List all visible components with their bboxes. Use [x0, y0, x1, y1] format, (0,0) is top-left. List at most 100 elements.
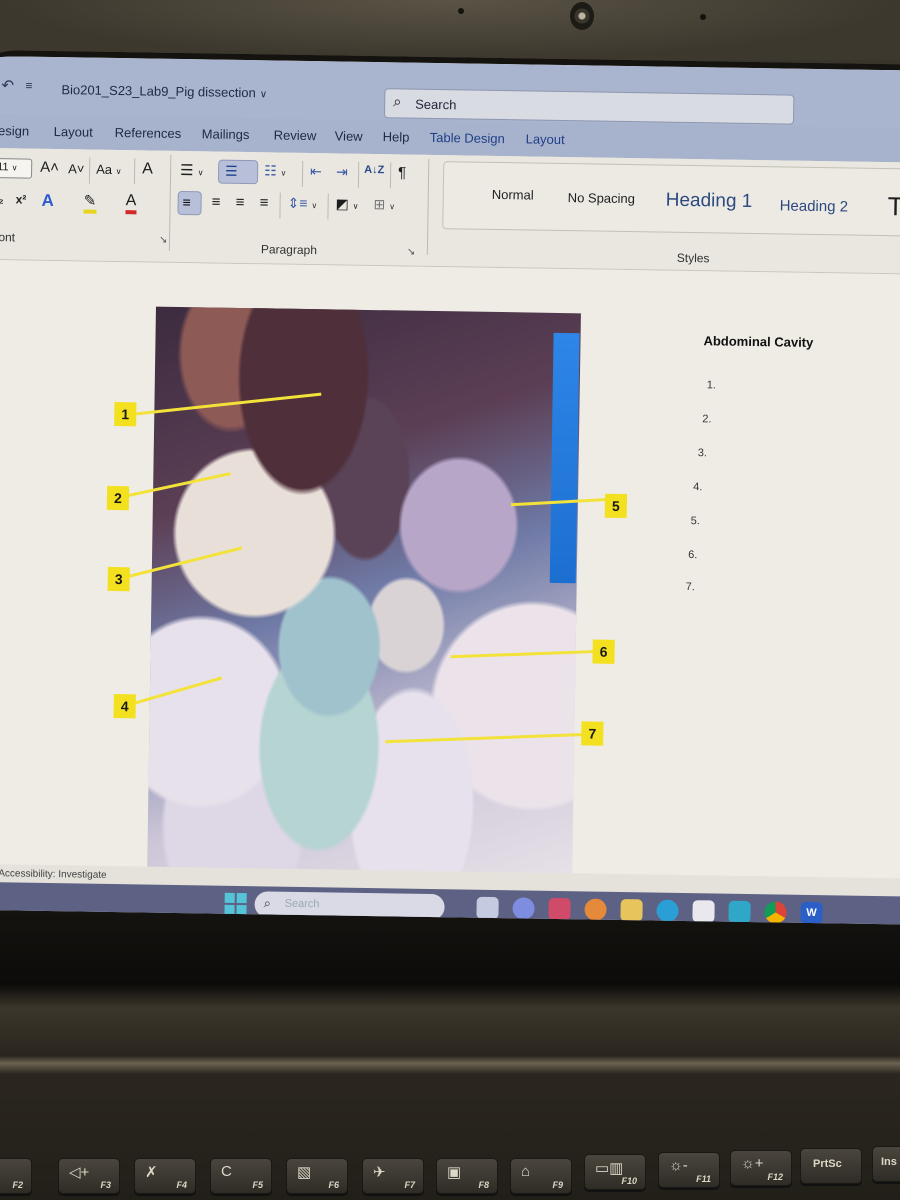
search-icon: ⌕ [263, 895, 272, 911]
style-heading-2[interactable]: Heading 2 [780, 197, 849, 215]
meet-chat-icon[interactable] [512, 897, 535, 920]
list-item: 3. [697, 447, 708, 460]
divider [357, 161, 360, 188]
start-button[interactable] [224, 892, 247, 916]
key-f9[interactable]: ⌂ F9 [510, 1158, 572, 1194]
key-f11[interactable]: ☼- F11 [658, 1152, 720, 1188]
align-center-button[interactable]: ≡ [212, 194, 221, 211]
paragraph-dialog-launcher-icon[interactable]: ↘ [407, 247, 416, 258]
key-f6[interactable]: ▧ F6 [286, 1158, 348, 1194]
sort-button[interactable]: A↓Z [364, 164, 384, 176]
clear-formatting-button[interactable]: A [142, 160, 153, 178]
word-icon[interactable]: W [800, 901, 823, 925]
key-insert[interactable]: Ins [872, 1146, 900, 1182]
word-window: ↶ ≡ Bio201_S23_Lab9_Pig dissection ∨ ⌕ Se… [0, 50, 900, 925]
tab-design[interactable]: Design [0, 123, 29, 139]
taskbar-search-input[interactable]: ⌕ Search [254, 891, 445, 921]
task-view-icon[interactable] [476, 896, 499, 920]
key-f4[interactable]: ✗ F4 [134, 1158, 196, 1194]
tab-review[interactable]: Review [274, 127, 317, 143]
mcafee-icon[interactable] [548, 897, 571, 921]
justify-button[interactable]: ≡ [260, 194, 269, 211]
divider [168, 154, 172, 251]
search-input[interactable]: ⌕ Search [383, 88, 795, 125]
list-item: 4. [693, 481, 703, 494]
shrink-font-button[interactable]: A˅ [68, 161, 84, 176]
key-f7[interactable]: ✈ F7 [362, 1158, 424, 1194]
key-prtsc[interactable]: PrtSc [800, 1148, 862, 1184]
firefox-icon[interactable] [584, 898, 607, 921]
chrome-icon[interactable] [764, 901, 787, 924]
chevron-down-icon: ∨ [311, 201, 318, 211]
highlight-color-button[interactable]: ✎ [83, 191, 97, 214]
undo-icon[interactable]: ↶ [1, 76, 14, 94]
increase-indent-button[interactable]: ⇥ [336, 163, 348, 180]
figure-callout-4: 4 [113, 694, 136, 719]
bullets-button[interactable]: ☰ ∨ [180, 161, 204, 179]
styles-gallery: Normal No Spacing Heading 1 Heading 2 T [442, 161, 900, 237]
photo-background-blue [549, 332, 580, 584]
figure-callout-6: 6 [592, 639, 615, 664]
decrease-indent-button[interactable]: ⇤ [310, 163, 322, 180]
tab-help[interactable]: Help [383, 129, 410, 144]
style-title[interactable]: T [887, 191, 900, 222]
search-icon: ⌕ [393, 93, 402, 111]
figure-callout-1: 1 [114, 401, 137, 427]
tab-layout[interactable]: Layout [54, 124, 93, 140]
figure-callout-7: 7 [581, 721, 604, 746]
align-left-button[interactable]: ≡ [177, 190, 202, 216]
divider [327, 193, 329, 220]
tab-table-layout[interactable]: Layout [526, 131, 565, 147]
tab-view[interactable]: View [335, 128, 363, 143]
tab-references[interactable]: References [115, 125, 182, 141]
key-f10[interactable]: ▭▥ F10 [584, 1154, 646, 1190]
key-f2[interactable]: ◁-F2 [0, 1158, 32, 1194]
numbering-button[interactable]: ☰ [217, 159, 259, 185]
font-size-select[interactable]: 11 ∨ [0, 158, 33, 179]
quick-access-customize-icon[interactable]: ≡ [25, 79, 32, 93]
style-no-spacing[interactable]: No Spacing [568, 190, 635, 206]
tab-mailings[interactable]: Mailings [202, 126, 250, 142]
list-item: 7. [685, 580, 695, 594]
store-icon[interactable] [692, 900, 715, 923]
file-explorer-icon[interactable] [620, 899, 643, 922]
line-spacing-button[interactable]: ⇕≡ ∨ [287, 195, 318, 212]
divider [301, 160, 304, 187]
accessibility-status[interactable]: ⚙ Accessibility: Investigate [0, 868, 107, 881]
key-f8[interactable]: ▣ F8 [436, 1158, 498, 1194]
pig-dissection-photo [147, 306, 581, 876]
text-effects-button[interactable]: A [41, 191, 54, 211]
divider [426, 158, 430, 255]
document-page[interactable]: 1 2 3 4 5 6 7 Abdominal Cavity 1. 2. 3. … [0, 259, 900, 885]
divider [133, 158, 136, 185]
key-f5[interactable]: C F5 [210, 1158, 272, 1194]
style-normal[interactable]: Normal [492, 187, 534, 203]
paragraph-group-label: Paragraph [260, 242, 318, 258]
chevron-down-icon: ∨ [259, 89, 268, 101]
font-dialog-launcher-icon[interactable]: ↘ [159, 235, 168, 246]
show-formatting-marks-button[interactable]: ¶ [398, 164, 406, 181]
styles-group-label: Styles [676, 250, 710, 266]
figure-callout-2: 2 [106, 485, 130, 511]
font-color-button[interactable]: A [125, 192, 137, 215]
font-group-label: Font [0, 230, 16, 245]
align-right-button[interactable]: ≡ [236, 194, 245, 211]
divider [88, 157, 91, 184]
shading-button[interactable]: ◩ ∨ [335, 195, 359, 212]
chevron-down-icon: ∨ [11, 163, 18, 173]
key-f3[interactable]: ◁+ F3 [58, 1158, 120, 1194]
superscript-button[interactable]: x² [16, 192, 27, 206]
list-item: 5. [690, 515, 700, 528]
change-case-button[interactable]: Aa ∨ [96, 162, 122, 177]
grow-font-button[interactable]: A˄ [40, 159, 59, 176]
mail-icon[interactable] [728, 900, 751, 924]
figure-callout-3: 3 [107, 566, 130, 592]
edge-icon[interactable] [656, 899, 679, 922]
style-heading-1[interactable]: Heading 1 [666, 190, 753, 213]
document-title[interactable]: Bio201_S23_Lab9_Pig dissection ∨ [61, 82, 267, 100]
tab-table-design[interactable]: Table Design [430, 130, 505, 146]
multilevel-list-button[interactable]: ☷ ∨ [264, 162, 287, 179]
subscript-button[interactable]: x₂ [0, 192, 4, 206]
borders-button[interactable]: ⊞ ∨ [373, 196, 396, 213]
key-f12[interactable]: ☼+ F12 [730, 1150, 792, 1186]
